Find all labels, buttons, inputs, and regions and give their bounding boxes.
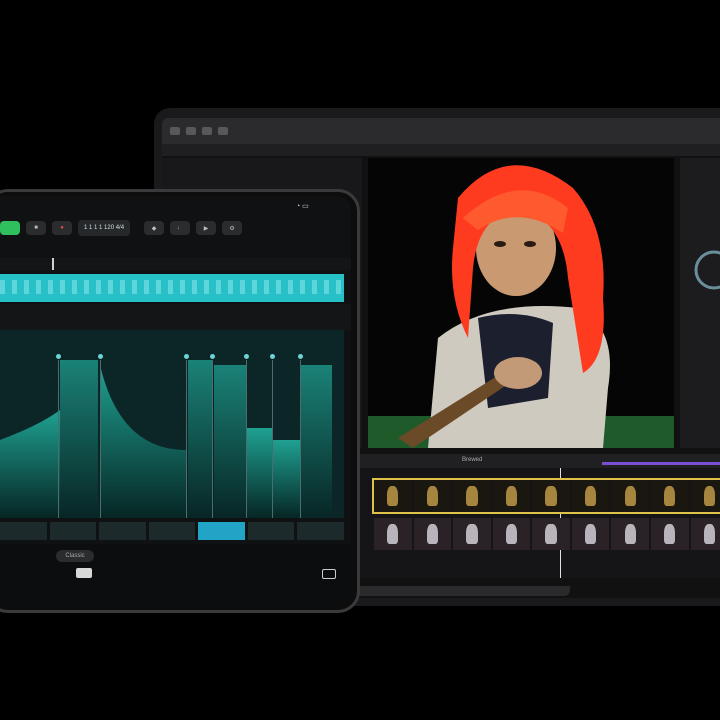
clip-thumbnail <box>492 480 531 512</box>
control-bar: ■ ● 1 1 1 1 120 4/4 ◆ ♩ ▶ ⚙ <box>0 214 351 242</box>
slice-marker[interactable] <box>186 360 187 518</box>
clip-thumbnail <box>611 518 649 550</box>
video-viewer[interactable] <box>368 158 674 448</box>
clip-thumbnail <box>571 518 610 550</box>
slice-handle-icon[interactable] <box>98 354 103 359</box>
sample-slice[interactable] <box>60 360 98 518</box>
clip-thumbnail <box>571 480 610 512</box>
timeline-ruler[interactable] <box>0 258 351 270</box>
lcd-display: 1 1 1 1 120 4/4 <box>78 220 131 236</box>
clip-thumbnail <box>413 480 452 512</box>
stop-button[interactable]: ■ <box>26 221 46 235</box>
media-button[interactable] <box>186 127 196 135</box>
view-toggle-icon[interactable] <box>322 569 336 579</box>
timeline-accent-bar <box>602 462 720 465</box>
slice-marker[interactable] <box>212 360 213 518</box>
inspector-panel[interactable] <box>680 158 720 448</box>
clip-thumbnail <box>532 518 570 550</box>
clip-thumbnail <box>374 518 412 550</box>
sample-slice[interactable] <box>0 410 60 518</box>
metronome-button[interactable]: ◆ <box>144 221 165 235</box>
loop-button[interactable]: ● <box>52 221 72 235</box>
clip-thumbnail <box>413 518 452 550</box>
slice-marker[interactable] <box>246 360 247 518</box>
sample-slice[interactable] <box>272 440 300 518</box>
clip-thumbnail <box>650 480 689 512</box>
clip-thumbnail <box>690 480 720 512</box>
preset-button[interactable] <box>49 522 97 540</box>
preset-bar <box>0 522 345 540</box>
preset-button[interactable] <box>148 522 196 540</box>
fcp-toolbar <box>162 118 720 144</box>
slice-marker[interactable] <box>58 360 59 518</box>
slice-handle-icon[interactable] <box>184 354 189 359</box>
slice-handle-icon[interactable] <box>270 354 275 359</box>
sample-editor[interactable] <box>0 330 344 518</box>
clip-thumbnail <box>611 480 649 512</box>
keyboard-icon[interactable] <box>76 568 92 578</box>
preset-button[interactable] <box>247 522 295 540</box>
play-button[interactable]: ▶ <box>196 221 217 235</box>
effects-button[interactable] <box>218 127 228 135</box>
color-wheel-icon <box>694 250 720 290</box>
preset-button[interactable] <box>198 522 245 540</box>
clip-thumbnail <box>374 480 412 512</box>
clip-thumbnail <box>492 518 531 550</box>
slice-handle-icon[interactable] <box>244 354 249 359</box>
preset-button[interactable] <box>99 522 146 540</box>
library-button[interactable] <box>170 127 180 135</box>
slice-handle-icon[interactable] <box>56 354 61 359</box>
project-name: Brewed <box>462 457 483 463</box>
slice-marker[interactable] <box>272 360 273 518</box>
ipad-screen: ◔ ▭ ■ ● 1 1 1 1 120 4/4 ◆ ♩ ▶ ⚙ Classic <box>0 196 351 606</box>
region-waveform <box>0 280 344 294</box>
slice-marker[interactable] <box>100 360 101 518</box>
slice-handle-icon[interactable] <box>298 354 303 359</box>
clip-thumbnail <box>650 518 689 550</box>
wifi-battery-icon: ◔ ▭ <box>296 203 309 210</box>
status-bar: ◔ ▭ <box>0 196 351 212</box>
sample-slice[interactable] <box>100 365 186 518</box>
viewer-frame-image <box>368 158 674 448</box>
sample-slice[interactable] <box>300 365 332 518</box>
envelope-graph <box>0 360 332 518</box>
video-clip-selected[interactable] <box>372 478 720 514</box>
mode-pill[interactable]: Classic <box>56 550 94 562</box>
bottom-toolbar: Classic <box>0 544 351 606</box>
sample-slice[interactable] <box>188 360 212 518</box>
tuner-button[interactable]: ♩ <box>170 221 191 235</box>
record-button[interactable] <box>0 221 20 235</box>
clip-thumbnail <box>453 518 491 550</box>
preset-button[interactable] <box>0 522 47 540</box>
settings-button[interactable]: ⚙ <box>222 221 243 235</box>
playhead[interactable] <box>52 258 54 270</box>
fcp-header <box>162 144 720 156</box>
slice-marker[interactable] <box>300 360 301 518</box>
titles-button[interactable] <box>202 127 212 135</box>
video-clip[interactable] <box>374 518 720 550</box>
plugin-header <box>0 304 351 330</box>
preset-button[interactable] <box>297 522 345 540</box>
sample-slice[interactable] <box>214 365 246 518</box>
sample-slice[interactable] <box>246 428 272 518</box>
clip-thumbnail <box>453 480 491 512</box>
slice-handle-icon[interactable] <box>210 354 215 359</box>
clip-thumbnail <box>532 480 570 512</box>
clip-thumbnail <box>690 518 720 550</box>
